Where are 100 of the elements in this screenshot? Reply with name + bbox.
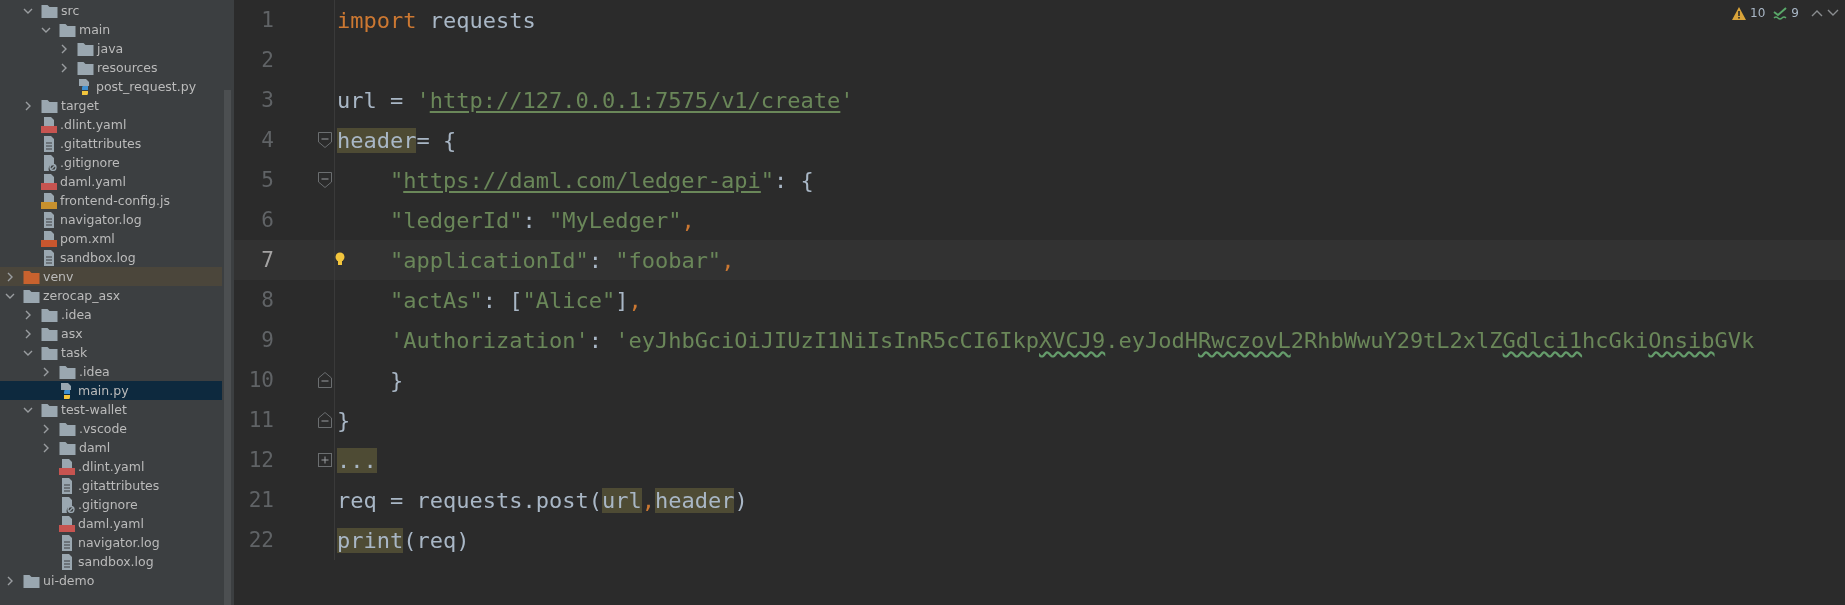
string-literal: '	[840, 87, 854, 113]
string-literal: XVCJ9	[1039, 327, 1106, 353]
line-number: 5	[260, 168, 274, 192]
tree-item[interactable]: asx	[0, 324, 222, 343]
tree-item[interactable]: .idea	[0, 305, 222, 324]
line-number: 9	[260, 328, 274, 352]
chevron-right-icon[interactable]	[5, 271, 15, 282]
code-text: :	[588, 327, 603, 353]
file-name: .idea	[61, 307, 92, 322]
chevron-right-icon[interactable]	[59, 43, 69, 54]
string-literal: .eyJodH	[1105, 327, 1198, 353]
file-name: resources	[97, 60, 158, 75]
tree-item[interactable]: ui-demo	[0, 571, 222, 590]
tree-item[interactable]: .gitattributes	[0, 476, 222, 495]
typo-count: 9	[1791, 6, 1799, 20]
string-literal: "actAs"	[389, 287, 483, 313]
tree-item[interactable]: daml	[0, 438, 222, 457]
tree-item[interactable]: navigator.log	[0, 533, 222, 552]
file-name: .gitignore	[60, 155, 120, 170]
tree-item[interactable]: sandbox.log	[0, 248, 222, 267]
chevron-right-icon[interactable]	[23, 100, 33, 111]
string-literal: "	[760, 167, 775, 193]
keyword: import	[337, 7, 417, 33]
tree-item[interactable]: .gitignore	[0, 495, 222, 514]
caret-down-icon[interactable]	[1827, 9, 1839, 17]
chevron-right-icon[interactable]	[41, 442, 51, 453]
punctuation: ,	[628, 287, 642, 313]
chevron-right-icon[interactable]	[23, 309, 33, 320]
file-name: .gitignore	[78, 497, 138, 512]
file-name: .dlint.yaml	[60, 117, 127, 132]
file-name: task	[61, 345, 88, 360]
unfold-icon[interactable]	[318, 453, 332, 467]
file-name: ui-demo	[43, 573, 95, 588]
tree-item[interactable]: .dlint.yaml	[0, 457, 222, 476]
folded-code[interactable]: ...	[337, 447, 377, 473]
chevron-right-icon[interactable]	[5, 575, 15, 586]
punctuation: ,	[681, 207, 695, 233]
file-name: .vscode	[79, 421, 128, 436]
tree-item[interactable]: navigator.log	[0, 210, 222, 229]
code-text: req = requests.post(	[337, 487, 602, 513]
typo-check-icon[interactable]	[1773, 6, 1788, 20]
tree-item[interactable]: src	[0, 1, 222, 20]
warning-count: 10	[1750, 6, 1766, 20]
code-text: = {	[416, 127, 457, 153]
tree-item[interactable]: resources	[0, 58, 222, 77]
tree-item[interactable]: pom.xml	[0, 229, 222, 248]
tree-item[interactable]: .gitattributes	[0, 134, 222, 153]
line-number: 6	[260, 208, 274, 232]
tree-item[interactable]: main	[0, 20, 222, 39]
tree-item[interactable]: test-wallet	[0, 400, 222, 419]
string-literal: "	[389, 167, 404, 193]
tree-item[interactable]: frontend-config.js	[0, 191, 222, 210]
caret-up-icon[interactable]	[1811, 9, 1823, 17]
chevron-right-icon[interactable]	[59, 62, 69, 73]
punctuation: ,	[721, 247, 735, 273]
file-name: java	[97, 41, 124, 56]
tree-item[interactable]: daml.yaml	[0, 514, 222, 533]
warning-icon[interactable]	[1732, 6, 1747, 20]
line-number: 11	[247, 408, 274, 432]
file-name: sandbox.log	[78, 554, 154, 569]
fold-icon[interactable]	[318, 172, 332, 188]
highlighted-identifier: url	[601, 487, 642, 513]
tree-item[interactable]: main.py	[0, 381, 222, 400]
tree-item[interactable]: daml.yaml	[0, 172, 222, 191]
file-name: .gitattributes	[60, 136, 142, 151]
chevron-right-icon[interactable]	[23, 328, 33, 339]
code-text: }	[337, 407, 351, 433]
string-literal: 'eyJhbGciOiJIUzI1NiIsInR5cCI6Ikp	[615, 327, 1039, 353]
lightbulb-icon[interactable]	[335, 252, 345, 266]
file-name: sandbox.log	[60, 250, 136, 265]
tree-item[interactable]: venv	[0, 267, 222, 286]
line-number: 3	[260, 88, 274, 112]
url-link: http://127.0.0.1:7575/v1/create	[429, 87, 841, 113]
chevron-right-icon[interactable]	[41, 423, 51, 434]
file-name: navigator.log	[60, 212, 142, 227]
string-literal: 'Authorization'	[389, 327, 589, 353]
punctuation: ,	[641, 487, 655, 513]
tree-item[interactable]: .idea	[0, 362, 222, 381]
highlighted-identifier: header	[654, 487, 735, 513]
tree-item[interactable]: java	[0, 39, 222, 58]
tree-item[interactable]: .dlint.yaml	[0, 115, 222, 134]
fold-icon[interactable]	[318, 372, 332, 388]
fold-icon[interactable]	[318, 412, 332, 428]
tree-item[interactable]: target	[0, 96, 222, 115]
tree-item[interactable]: zerocap_asx	[0, 286, 222, 305]
tree-item[interactable]: .vscode	[0, 419, 222, 438]
tree-item[interactable]: post_request.py	[0, 77, 222, 96]
code-text: :	[588, 247, 603, 273]
tree-item[interactable]: .gitignore	[0, 153, 222, 172]
string-literal: 2RhbWwuY29tL2xlZ	[1290, 327, 1503, 353]
code-text: (req)	[403, 527, 470, 553]
file-name: venv	[43, 269, 74, 284]
tree-item[interactable]: task	[0, 343, 222, 362]
highlighted-identifier: print	[337, 527, 404, 553]
tree-item[interactable]: sandbox.log	[0, 552, 222, 571]
fold-icon[interactable]	[318, 132, 332, 148]
highlighted-identifier: header	[337, 127, 417, 153]
chevron-right-icon[interactable]	[41, 366, 51, 377]
code-text: url =	[337, 87, 405, 113]
file-name: .dlint.yaml	[78, 459, 145, 474]
